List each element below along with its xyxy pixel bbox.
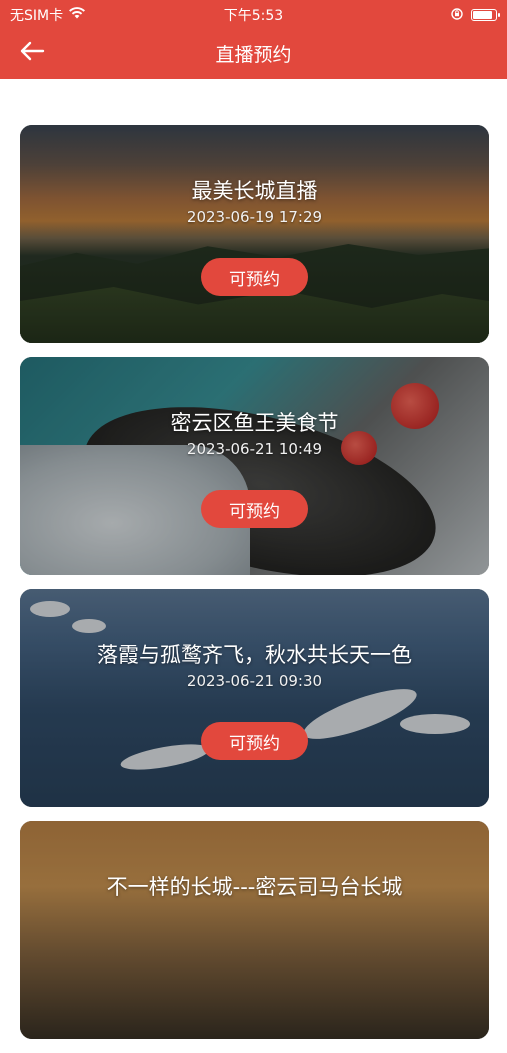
card-time: 2023-06-21 10:49 — [186, 440, 323, 458]
status-bar: 无SIM卡 下午5:53 — [0, 0, 507, 26]
reserve-button[interactable]: 可预约 — [201, 258, 308, 296]
live-card[interactable]: 密云区鱼王美食节 2023-06-21 10:49 可预约 — [20, 357, 489, 575]
navigation-bar: 直播预约 — [0, 26, 507, 79]
live-list: 最美长城直播 2023-06-19 17:29 可预约 密云区鱼王美食节 202… — [20, 125, 489, 1053]
live-card[interactable]: 最美长城直播 2023-06-19 17:29 可预约 — [20, 125, 489, 343]
live-card[interactable]: 落霞与孤鹜齐飞，秋水共长天一色 2023-06-21 09:30 可预约 — [20, 589, 489, 807]
reserve-button[interactable]: 可预约 — [201, 722, 308, 760]
status-time: 下午5:53 — [223, 8, 284, 24]
orientation-lock-icon — [451, 5, 463, 24]
reserve-button[interactable]: 可预约 — [201, 490, 308, 528]
card-time: 2023-06-19 17:29 — [186, 208, 323, 226]
card-title: 落霞与孤鹜齐飞，秋水共长天一色 — [97, 643, 412, 667]
page-title: 直播预约 — [215, 44, 292, 66]
card-title: 密云区鱼王美食节 — [170, 411, 339, 435]
card-time: 2023-06-21 09:30 — [186, 672, 323, 690]
card-title: 不一样的长城---密云司马台长城 — [106, 875, 403, 899]
status-right — [451, 5, 500, 24]
battery-icon — [471, 8, 500, 21]
live-card[interactable]: 不一样的长城---密云司马台长城 — [20, 821, 489, 1039]
battery-level — [473, 10, 492, 19]
card-title: 最美长城直播 — [191, 179, 318, 203]
